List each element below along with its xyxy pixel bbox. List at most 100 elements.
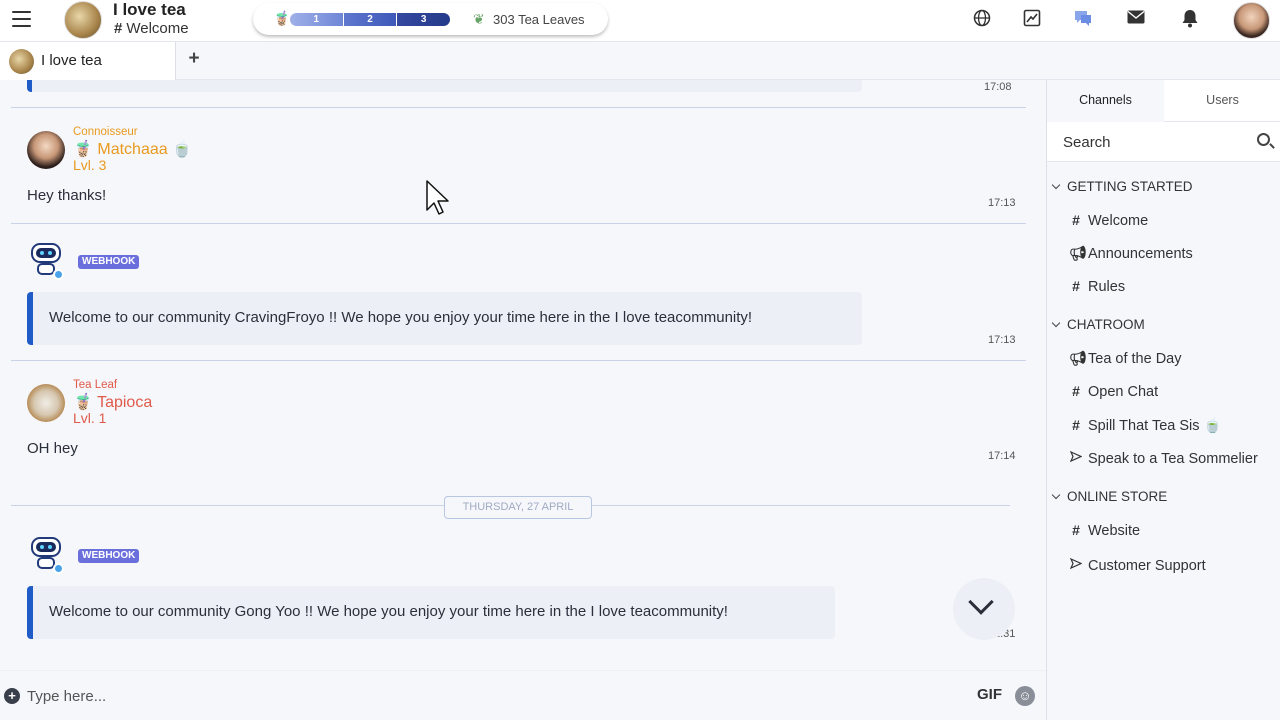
- chat-icon[interactable]: [1073, 9, 1093, 29]
- megaphone-icon: 📢︎: [1069, 350, 1087, 366]
- globe-icon[interactable]: [972, 9, 992, 29]
- webhook-bot-avatar[interactable]: [27, 535, 65, 574]
- community-logo[interactable]: [64, 1, 102, 39]
- community-name: I love tea: [113, 0, 186, 19]
- channel-label: Rules: [1088, 279, 1126, 295]
- message-time: 17:13: [988, 197, 1016, 209]
- add-tab-icon[interactable]: +: [186, 48, 202, 70]
- user-level: Lvl. 1: [73, 410, 107, 426]
- level-progress-pill[interactable]: 🧋 1 2 3 ❦ 303 Tea Leaves: [253, 3, 608, 35]
- tea-leaves-icon: ❦: [473, 11, 485, 27]
- sidebar-tabs: Channels Users: [1047, 80, 1280, 122]
- webhook-message-bubble: Welcome to our community CravingFroyo !!…: [27, 292, 862, 345]
- user-avatar[interactable]: [1233, 2, 1270, 39]
- channel-label: Spill That Tea Sis 🍵: [1088, 418, 1222, 434]
- send-icon: [1069, 450, 1083, 466]
- message-divider: [11, 107, 1026, 108]
- channel-item-tea-of-the-day[interactable]: 📢︎Tea of the Day: [1069, 350, 1182, 367]
- level-progress-bar: 1 2 3: [290, 13, 450, 26]
- channel-item-rules[interactable]: # Rules: [1069, 278, 1125, 295]
- level-segment: 3: [397, 13, 450, 26]
- channel-item-speak-to-a-tea-sommelier[interactable]: Speak to a Tea Sommelier: [1069, 450, 1258, 467]
- username[interactable]: 🧋 Matchaaa 🍵: [73, 139, 192, 159]
- hash-icon: #: [1072, 417, 1080, 433]
- message-divider: [11, 223, 1026, 224]
- webhook-bot-avatar[interactable]: [27, 241, 65, 280]
- current-channel: # Welcome: [114, 20, 189, 37]
- bubble-tea-icon: 🧋: [73, 141, 98, 158]
- channel-label: Customer Support: [1088, 558, 1206, 574]
- hamburger-menu-icon[interactable]: [12, 11, 31, 27]
- channel-label: Announcements: [1088, 246, 1193, 262]
- username-text: Matchaaa: [97, 141, 168, 158]
- avatar[interactable]: [27, 131, 65, 169]
- matcha-emoji-icon: 🍵: [167, 141, 193, 158]
- add-attachment-icon[interactable]: +: [4, 688, 20, 704]
- date-separator: THURSDAY, 27 APRIL: [444, 496, 592, 519]
- leaderboard-chart-icon[interactable]: [1022, 9, 1042, 29]
- message-text: Welcome to our community CravingFroyo !!…: [49, 309, 753, 326]
- user-role: Connoisseur: [73, 126, 138, 138]
- message-input[interactable]: [27, 684, 927, 708]
- webhook-badge: WEBHOOK: [78, 255, 140, 269]
- megaphone-icon: 📢︎: [1069, 245, 1087, 261]
- channel-label: Website: [1088, 523, 1141, 539]
- hash-icon: #: [1072, 522, 1080, 538]
- right-sidebar: Channels Users GETTING STARTED #Welcome …: [1046, 80, 1280, 720]
- tab-community-avatar: [9, 49, 34, 74]
- channel-group-title: CHATROOM: [1067, 317, 1145, 332]
- chat-messages[interactable]: 17:08 Connoisseur 🧋 Matchaaa 🍵 Lvl. 3 He…: [0, 80, 1046, 670]
- bell-icon[interactable]: [1180, 9, 1200, 29]
- chevron-down-icon: [1051, 490, 1061, 500]
- channel-label: Tea of the Day: [1088, 351, 1182, 367]
- user-level: Lvl. 3: [73, 157, 107, 173]
- message-time: 17:08: [984, 81, 1012, 93]
- mail-icon[interactable]: [1126, 9, 1146, 29]
- channel-label: Welcome: [1088, 213, 1149, 229]
- message-time: 17:14: [988, 450, 1016, 462]
- search-input[interactable]: [1063, 132, 1243, 152]
- tab-channels[interactable]: Channels: [1047, 80, 1164, 122]
- previous-message-bubble: [27, 80, 862, 92]
- channel-group-online-store[interactable]: ONLINE STORE: [1051, 489, 1167, 504]
- tab-users[interactable]: Users: [1164, 80, 1280, 122]
- message-text: OH hey: [27, 440, 78, 457]
- chevron-down-icon: [968, 589, 994, 615]
- webhook-badge: WEBHOOK: [78, 549, 140, 563]
- channel-group-chatroom[interactable]: CHATROOM: [1051, 317, 1145, 332]
- user-role: Tea Leaf: [73, 379, 118, 391]
- tab-label: I love tea: [41, 52, 102, 69]
- emoji-picker-icon[interactable]: ☺: [1015, 686, 1035, 706]
- channel-group-title: GETTING STARTED: [1067, 179, 1193, 194]
- hash-icon: #: [1072, 278, 1080, 294]
- top-bar: I love tea # Welcome 🧋 1 2 3 ❦ 303 Tea Le…: [0, 0, 1280, 42]
- mouse-cursor-icon: [426, 180, 449, 215]
- channel-label: Open Chat: [1088, 384, 1159, 400]
- channel-item-announcements[interactable]: 📢︎Announcements: [1069, 245, 1193, 262]
- message-divider: [11, 360, 1026, 361]
- hash-icon: #: [114, 20, 123, 37]
- channel-group-title: ONLINE STORE: [1067, 489, 1168, 504]
- webhook-message-bubble: Welcome to our community Gong Yoo !! We …: [27, 586, 835, 639]
- channel-item-website[interactable]: # Website: [1069, 522, 1140, 539]
- send-icon: [1069, 557, 1083, 573]
- channel-label: Speak to a Tea Sommelier: [1088, 451, 1258, 467]
- avatar[interactable]: [27, 384, 65, 422]
- channel-item-customer-support[interactable]: Customer Support: [1069, 557, 1206, 574]
- channel-group-getting-started[interactable]: GETTING STARTED: [1051, 179, 1193, 194]
- search-icon[interactable]: [1257, 133, 1270, 146]
- channel-item-welcome[interactable]: # Welcome: [1069, 212, 1148, 229]
- bubble-tea-icon: 🧋: [273, 10, 291, 26]
- hash-icon: #: [1072, 212, 1080, 228]
- tea-leaves-count: 303 Tea Leaves: [493, 12, 585, 27]
- channel-item-spill-that-tea-sis[interactable]: # Spill That Tea Sis 🍵: [1069, 417, 1222, 434]
- username[interactable]: 🧋 Tapioca: [73, 392, 152, 412]
- scroll-to-bottom-button[interactable]: [953, 578, 1015, 640]
- message-text: Hey thanks!: [27, 187, 107, 204]
- gif-button[interactable]: GIF: [977, 686, 1002, 703]
- channel-search: [1047, 122, 1280, 162]
- hash-icon: #: [1072, 383, 1080, 399]
- channel-item-open-chat[interactable]: # Open Chat: [1069, 383, 1158, 400]
- tab-i-love-tea[interactable]: I love tea: [0, 42, 176, 80]
- message-time: 17:13: [988, 334, 1016, 346]
